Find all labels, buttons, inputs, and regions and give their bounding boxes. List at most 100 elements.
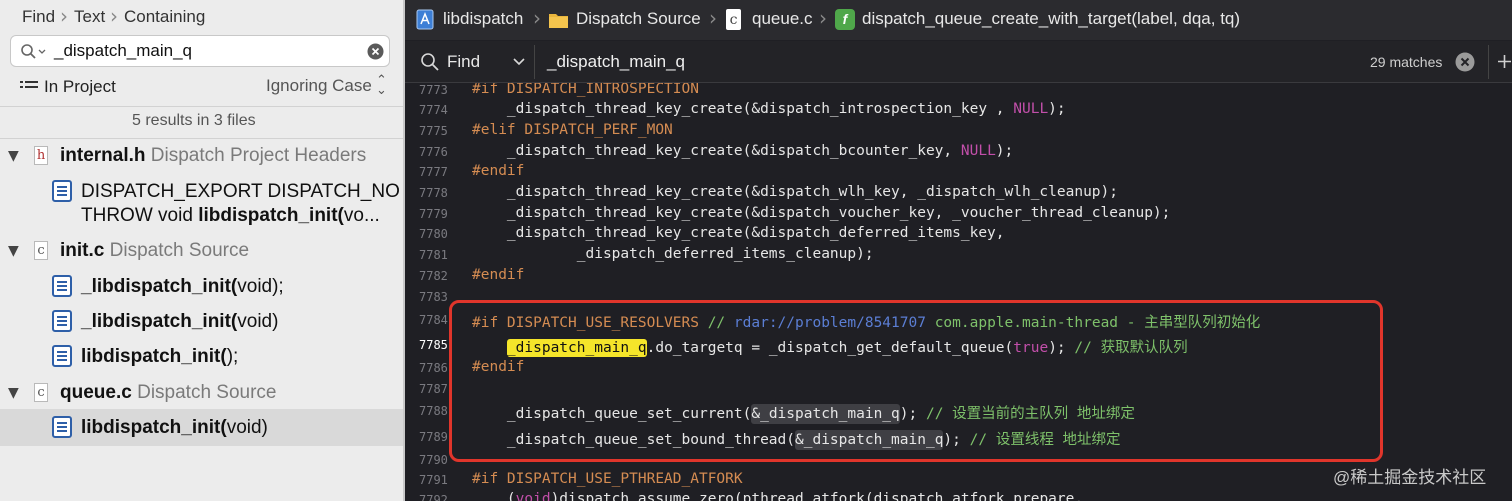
code-keyword: void — [515, 491, 551, 501]
divider — [534, 45, 535, 79]
file-name: queue.c — [60, 382, 132, 403]
jump-symbol[interactable]: dispatch_queue_create_with_target(label,… — [862, 9, 1240, 29]
symbol-result-icon — [52, 180, 72, 202]
search-icon[interactable] — [20, 43, 48, 61]
file-name: internal.h — [60, 145, 146, 166]
file-name: init.c — [60, 240, 105, 261]
line-number: 7783 — [419, 290, 448, 304]
divider — [0, 138, 403, 139]
search-result-row[interactable]: libdispatch_init(); — [81, 346, 238, 368]
search-result-row-cont[interactable]: THROW void libdispatch_init(vo... — [81, 205, 380, 227]
find-navigator: Find › Text › Containing _dispatch_main_… — [0, 0, 403, 501]
symbol-result-icon — [52, 416, 72, 438]
result-text: void); — [237, 276, 284, 297]
case-updown-icon[interactable]: ⌃ ⌄ — [376, 74, 387, 97]
result-match: libdispatch_init( — [81, 346, 227, 367]
clear-find-icon[interactable] — [1455, 52, 1475, 72]
search-result-row[interactable]: DISPATCH_EXPORT DISPATCH_NO — [81, 181, 400, 203]
jump-file[interactable]: queue.c — [752, 9, 813, 29]
symbol-result-icon — [52, 275, 72, 297]
code-line: #elif DISPATCH_PERF_MON — [472, 122, 673, 138]
breadcrumb-chevron-icon: › — [60, 4, 68, 28]
code-keyword: NULL — [1013, 101, 1049, 117]
disclosure-triangle-icon[interactable]: ▼ — [8, 148, 19, 164]
result-file-row[interactable]: init.c Dispatch Source — [60, 240, 249, 262]
jump-project[interactable]: libdispatch — [443, 9, 523, 29]
result-text: ); — [226, 346, 239, 367]
line-number: 7779 — [419, 207, 448, 221]
line-number: 7777 — [419, 165, 448, 179]
line-number: 7780 — [419, 227, 448, 241]
project-icon — [416, 9, 434, 30]
result-text: vo... — [343, 205, 380, 226]
scope-in-project[interactable]: In Project — [44, 77, 116, 97]
result-match: _libdispatch_init( — [81, 276, 238, 297]
line-number: 7774 — [419, 103, 448, 117]
search-result-row[interactable]: libdispatch_init(void) — [81, 417, 268, 439]
folder-icon — [549, 14, 568, 28]
line-number: 7773 — [419, 83, 448, 97]
breadcrumb-find[interactable]: Find — [22, 7, 55, 27]
code-line: _dispatch_thread_key_create(&dispatch_vo… — [472, 205, 1171, 221]
jump-chevron-icon: › — [533, 6, 541, 30]
code-line: _dispatch_thread_key_create(&dispatch_de… — [472, 225, 1005, 241]
code-line: _dispatch_thread_key_create(&dispatch_in… — [472, 101, 1066, 117]
file-group: Dispatch Source — [137, 382, 277, 403]
code-text: _dispatch_thread_key_create(&dispatch_in… — [472, 101, 1014, 117]
scope-list-icon[interactable] — [20, 80, 38, 94]
code-line: #if DISPATCH_USE_PTHREAD_ATFORK — [472, 471, 743, 487]
code-text: ); — [995, 143, 1014, 159]
current-line-number: 7785 — [419, 338, 448, 352]
jump-bar: libdispatch › Dispatch Source › c queue.… — [405, 0, 1512, 40]
code-line: _dispatch_thread_key_create(&dispatch_wl… — [472, 184, 1119, 200]
code-line: #endif — [472, 163, 525, 179]
plus-icon[interactable] — [1497, 54, 1512, 69]
search-result-row[interactable]: _libdispatch_init(void); — [81, 276, 284, 298]
line-number: 7789 — [419, 430, 448, 444]
code-text: ( — [472, 491, 516, 501]
jump-chevron-icon: › — [709, 6, 717, 30]
breadcrumb-containing[interactable]: Containing — [124, 7, 205, 27]
result-file-row[interactable]: queue.c Dispatch Source — [60, 382, 277, 404]
divider — [1488, 45, 1489, 79]
jump-chevron-icon: › — [819, 6, 827, 30]
result-text: void) — [226, 417, 268, 438]
search-result-row[interactable]: _libdispatch_init(void) — [81, 311, 278, 333]
line-number: 7781 — [419, 248, 448, 262]
code-line: #endif — [472, 267, 525, 283]
breadcrumb-text[interactable]: Text — [74, 7, 105, 27]
disclosure-triangle-icon[interactable]: ▼ — [8, 243, 19, 259]
code-text: ); — [1048, 101, 1066, 117]
case-option[interactable]: Ignoring Case — [266, 76, 372, 96]
result-match: _libdispatch_init( — [81, 311, 238, 332]
header-file-icon: h — [34, 146, 48, 165]
file-group: Dispatch Source — [109, 240, 250, 261]
find-mode-select[interactable]: Find — [447, 52, 480, 72]
find-bar: Find _dispatch_main_q 29 matches — [405, 41, 1512, 83]
result-match: libdispatch_init( — [198, 205, 344, 226]
search-query: _dispatch_main_q — [54, 41, 192, 60]
line-number: 7776 — [419, 145, 448, 159]
magnifier-icon — [421, 53, 439, 71]
code-line: _dispatch_deferred_items_cleanup); — [472, 246, 874, 262]
result-file-row[interactable]: internal.h Dispatch Project Headers — [60, 145, 366, 167]
disclosure-triangle-icon[interactable]: ▼ — [8, 385, 19, 401]
code-keyword: NULL — [960, 143, 996, 159]
line-number: 7790 — [419, 453, 448, 467]
find-query-input[interactable]: _dispatch_main_q — [547, 52, 685, 72]
annotation-box — [449, 300, 1383, 462]
result-text: void) — [237, 311, 279, 332]
c-file-icon: c — [726, 9, 741, 30]
jump-folder[interactable]: Dispatch Source — [576, 9, 701, 29]
clear-search-icon[interactable] — [367, 43, 384, 60]
breadcrumb-chevron-icon: › — [110, 4, 118, 28]
code-text: )dispatch_assume_zero(pthread_atfork(dis… — [550, 491, 1084, 501]
c-file-icon: c — [34, 241, 48, 260]
line-number: 7787 — [419, 382, 448, 396]
result-text: THROW void — [81, 205, 199, 226]
code-line: (void)dispatch_assume_zero(pthread_atfor… — [472, 491, 1083, 501]
search-input[interactable]: _dispatch_main_q — [10, 35, 390, 67]
line-number: 7788 — [419, 404, 448, 418]
chevron-down-icon[interactable] — [513, 58, 525, 66]
result-match: libdispatch_init( — [81, 417, 227, 438]
